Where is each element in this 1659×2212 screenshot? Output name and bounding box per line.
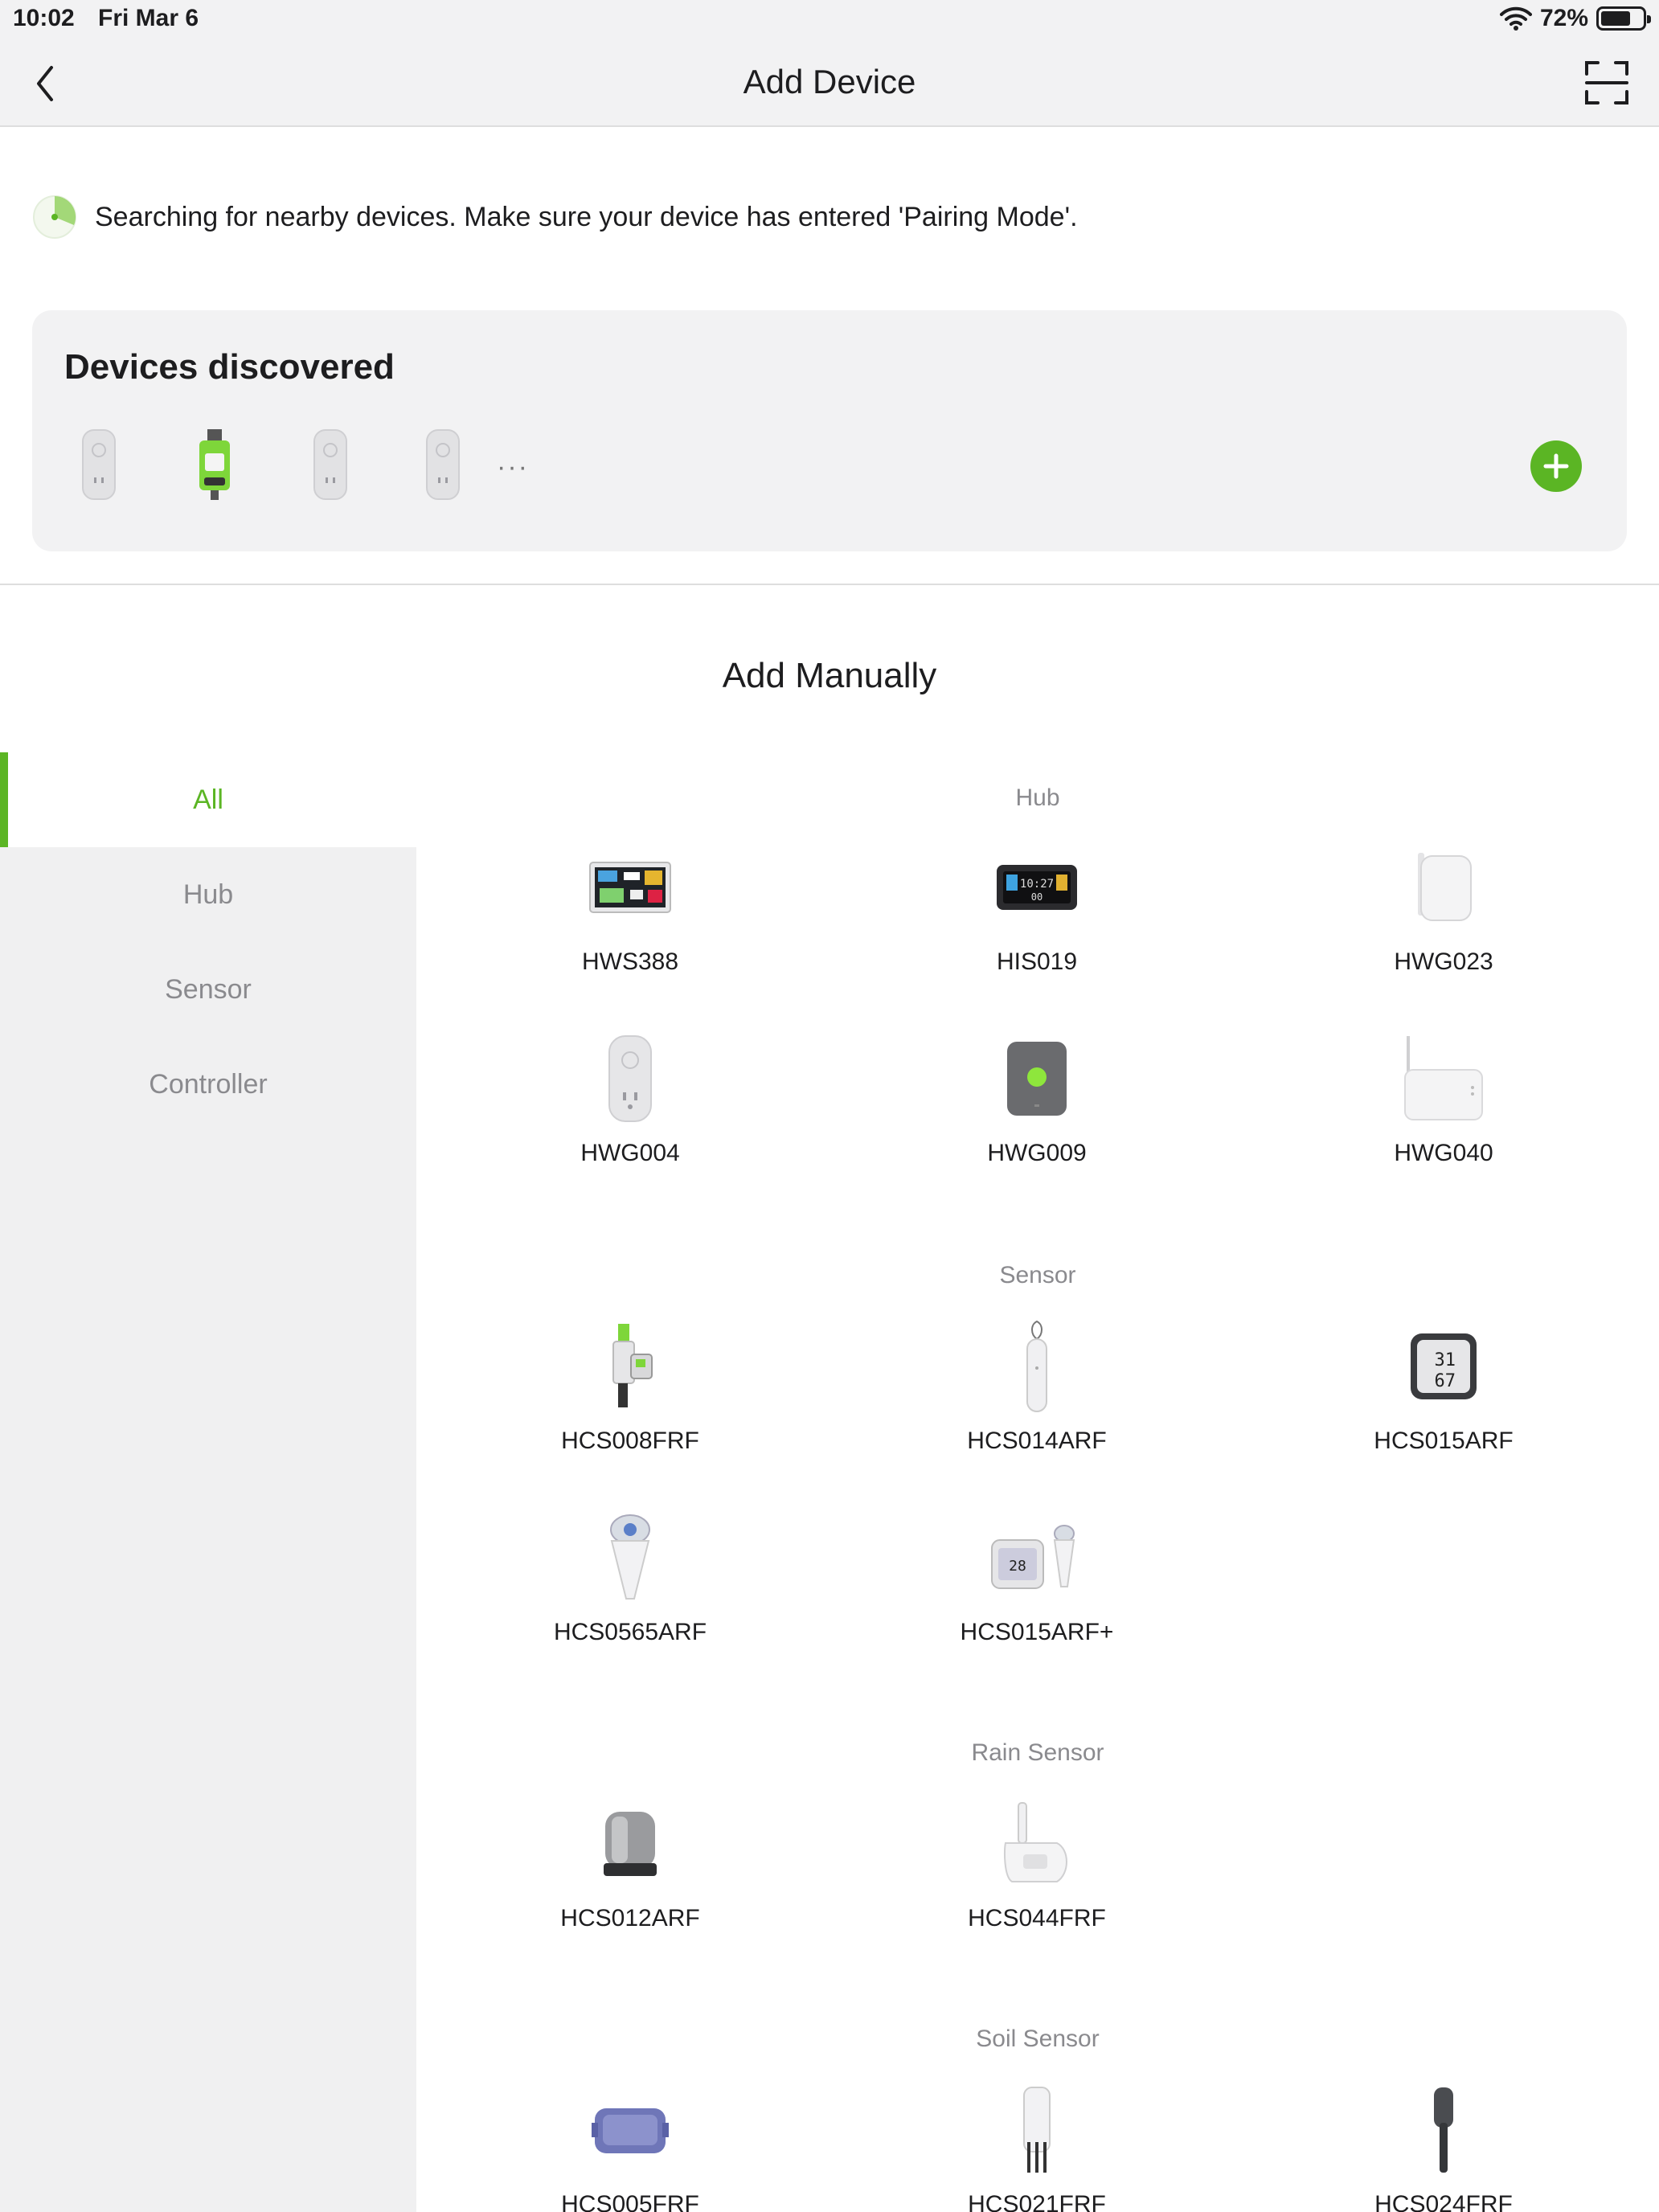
device-tile[interactable]: HWG009 [908, 1030, 1165, 1191]
category-all[interactable]: All [0, 752, 416, 847]
status-right: 72% [1499, 5, 1651, 32]
category-hub[interactable]: Hub [0, 847, 416, 942]
hub-gray-icon [1007, 1042, 1067, 1116]
svg-text:67: 67 [1435, 1371, 1456, 1391]
device-tile[interactable]: HCS044FRF [908, 1796, 1165, 1956]
device-tile[interactable]: HCS005FRF [502, 2082, 759, 2212]
status-time: 10:02 [13, 5, 75, 31]
device-tile[interactable]: HCS012ARF [502, 1796, 759, 1956]
device-name: HCS0565ARF [553, 1619, 707, 1645]
top-bar: 10:02 Fri Mar 6 72% Add Device [0, 0, 1659, 127]
device-name: HCS015ARF+ [960, 1619, 1114, 1645]
device-tile[interactable]: HCS008FRF [502, 1318, 759, 1479]
svg-text:31: 31 [1435, 1350, 1456, 1370]
thermo-hygrometer-icon: 31 67 [1411, 1333, 1477, 1399]
probe-sensor-icon [1026, 1320, 1047, 1412]
device-name: HCS015ARF [1374, 1428, 1514, 1454]
discovered-device-water-timer[interactable] [195, 429, 235, 500]
device-tile[interactable]: HWG004 [502, 1030, 759, 1191]
device-name: HWG009 [987, 1140, 1087, 1166]
category-sensor[interactable]: Sensor [0, 942, 416, 1037]
status-date: Fri Mar 6 [98, 5, 199, 31]
sensor-kit-icon: 28 [991, 1525, 1075, 1589]
device-name: HCS044FRF [968, 1905, 1106, 1931]
device-tile[interactable]: 31 67 HCS015ARF [1315, 1318, 1572, 1479]
more-devices-indicator[interactable]: ··· [497, 452, 529, 483]
device-tile[interactable]: HCS0565ARF [502, 1509, 759, 1670]
device-name: HCS008FRF [561, 1428, 699, 1454]
svg-text:28: 28 [1009, 1558, 1026, 1575]
discovered-device-list [82, 429, 460, 500]
device-tile[interactable]: HCS021FRF [908, 2082, 1165, 2212]
category-sidebar: All Hub Sensor Controller [0, 752, 416, 2212]
devices-discovered-panel: Devices discovered ··· [32, 310, 1627, 551]
device-tile[interactable]: HWS388 [502, 839, 759, 1000]
weather-station-icon [589, 862, 671, 913]
svg-text:00: 00 [1031, 891, 1043, 903]
section-label-rain-sensor: Rain Sensor [971, 1739, 1104, 1766]
device-name: HWG004 [580, 1140, 680, 1166]
soil-sensor-icon [592, 2108, 669, 2153]
device-name: HCS024FRF [1374, 2191, 1513, 2212]
add-manually-title: Add Manually [722, 656, 937, 695]
page-title: Add Device [743, 63, 916, 100]
searching-text: Searching for nearby devices. Make sure … [95, 201, 1078, 232]
pool-sensor-icon [610, 1514, 650, 1600]
plus-icon [1543, 453, 1569, 479]
wifi-icon [1499, 6, 1532, 31]
device-name: HCS005FRF [561, 2191, 699, 2212]
device-tile[interactable]: HWG023 [1315, 839, 1572, 1000]
discovered-device-plug[interactable] [82, 429, 116, 500]
radar-icon [33, 195, 76, 239]
soil-stake-icon [1434, 2087, 1453, 2173]
device-name: HCS014ARF [967, 1428, 1107, 1454]
smart-plug-icon [608, 1035, 652, 1122]
rain-gauge-icon [604, 1812, 657, 1876]
section-label-soil-sensor: Soil Sensor [976, 2026, 1100, 2052]
section-label-hub: Hub [1015, 784, 1060, 811]
device-tile[interactable]: HWG040 [1315, 1030, 1572, 1191]
device-tile[interactable]: HCS024FRF [1315, 2082, 1572, 2212]
discovered-device-plug[interactable] [426, 429, 460, 500]
searching-banner: Searching for nearby devices. Make sure … [31, 193, 1078, 241]
device-name: HCS012ARF [560, 1905, 700, 1931]
device-name: HCS021FRF [968, 2191, 1106, 2212]
discovered-device-plug[interactable] [313, 429, 347, 500]
device-name: HWS388 [581, 948, 679, 975]
battery-percent: 72% [1539, 5, 1588, 31]
section-label-sensor: Sensor [999, 1262, 1076, 1288]
rain-sensor-icon [1004, 1802, 1067, 1882]
device-tile[interactable]: 10:27 00 HIS019 [908, 839, 1165, 1000]
device-name: HWG040 [1394, 1140, 1493, 1166]
add-discovered-button[interactable] [1530, 440, 1582, 492]
battery-icon [1596, 6, 1651, 31]
category-controller[interactable]: Controller [0, 1037, 416, 1132]
device-name: HIS019 [996, 948, 1078, 975]
soil-probe-icon [1023, 2087, 1051, 2173]
devices-discovered-title: Devices discovered [64, 347, 395, 387]
device-tile[interactable]: HCS014ARF [908, 1318, 1165, 1479]
router-gateway-icon [1404, 1036, 1483, 1120]
device-tile[interactable]: 28 HCS015ARF+ [908, 1509, 1165, 1670]
display-hub-icon: 10:27 00 [997, 865, 1077, 910]
gateway-icon [1418, 853, 1472, 921]
water-sensor-icon [612, 1324, 653, 1407]
divider [0, 584, 1659, 585]
svg-text:10:27: 10:27 [1020, 878, 1054, 891]
scan-qr-button[interactable] [1583, 59, 1630, 106]
device-name: HWG023 [1394, 948, 1493, 975]
